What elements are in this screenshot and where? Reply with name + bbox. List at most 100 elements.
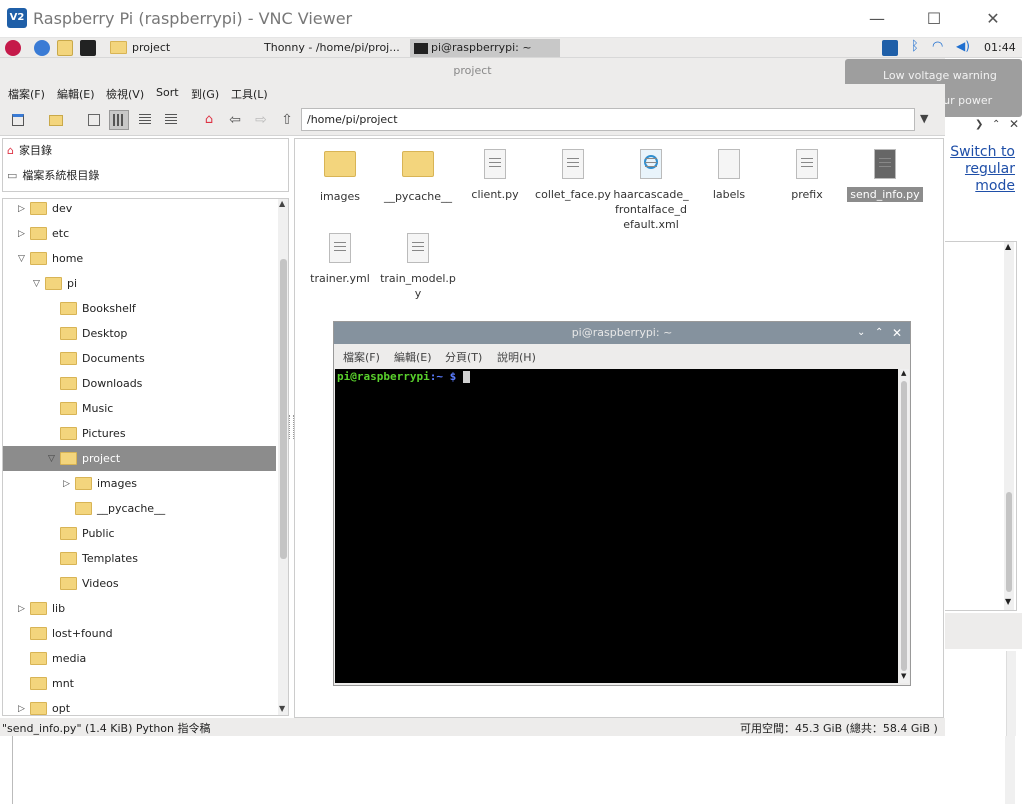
terminal-scroll-thumb[interactable]	[901, 381, 907, 671]
file-item[interactable]: images	[302, 147, 378, 204]
tree-item[interactable]: Downloads	[3, 371, 276, 396]
tree-item[interactable]: ▽ home	[3, 246, 276, 271]
place-root[interactable]: ▭ 檔案系統根目錄	[7, 165, 99, 187]
close-icon[interactable]: ✕	[892, 322, 902, 344]
terminal-menu-edit[interactable]: 編輯(E)	[394, 349, 432, 365]
browser-globe-icon[interactable]	[34, 40, 50, 56]
file-item[interactable]: send_info.py	[847, 147, 923, 202]
taskbar-item-terminal[interactable]: pi@raspberrypi: ~	[410, 39, 560, 57]
menu-sort[interactable]: Sort	[156, 86, 179, 99]
file-item[interactable]: client.py	[457, 147, 533, 202]
tree-item[interactable]: ▷ lib	[3, 596, 276, 621]
raspberry-menu-icon[interactable]	[5, 40, 21, 56]
tree-item[interactable]: Desktop	[3, 321, 276, 346]
volume-icon[interactable]: ◀)	[956, 39, 970, 53]
collapsed-arrow-icon[interactable]: ▷	[18, 199, 30, 222]
expanded-arrow-icon[interactable]: ▽	[48, 447, 60, 472]
tree-item[interactable]: __pycache__	[3, 496, 276, 521]
taskbar-item-thonny[interactable]: Thonny - /home/pi/proj...	[260, 39, 410, 57]
menu-file[interactable]: 檔案(F)	[8, 86, 45, 102]
wifi-icon[interactable]: ◠	[932, 39, 943, 54]
file-item[interactable]: __pycache__	[380, 147, 456, 204]
scroll-down-icon[interactable]: ▼	[901, 672, 906, 680]
collapsed-arrow-icon[interactable]: ▷	[18, 222, 30, 247]
collapsed-arrow-icon[interactable]: ▷	[63, 472, 75, 497]
file-manager-icon[interactable]	[57, 40, 73, 56]
switch-mode-link[interactable]: Switch to regular mode	[947, 144, 1015, 195]
view-thumbnails-icon[interactable]	[109, 110, 129, 130]
tree-item[interactable]: ▷ etc	[3, 221, 276, 246]
scroll-up-icon[interactable]: ▲	[279, 199, 285, 208]
tree-item[interactable]: ▷ images	[3, 471, 276, 496]
expanded-arrow-icon[interactable]: ▽	[33, 272, 45, 297]
chevron-down-icon[interactable]: ❯	[975, 119, 983, 130]
side-scroll-thumb[interactable]	[1006, 492, 1012, 592]
side-scrollbar[interactable]: ▲ ▼	[1004, 242, 1014, 610]
file-item[interactable]: trainer.yml	[302, 231, 378, 286]
terminal-scrollbar[interactable]: ▲ ▼	[900, 369, 909, 683]
menu-view[interactable]: 檢視(V)	[106, 86, 144, 102]
tree-item[interactable]: ▽ pi	[3, 271, 276, 296]
scroll-down-icon[interactable]: ▼	[1005, 597, 1011, 606]
terminal-screen[interactable]: pi@raspberrypi:~ $	[335, 369, 898, 683]
tree-item[interactable]: Videos	[3, 571, 276, 596]
up-arrow-icon[interactable]: ⇧	[277, 110, 297, 130]
menu-tools[interactable]: 工具(L)	[231, 86, 268, 102]
close-button[interactable]: ✕	[982, 8, 1004, 30]
file-item[interactable]: train_model.py	[380, 231, 456, 301]
menu-edit[interactable]: 編輯(E)	[57, 86, 95, 102]
tree-item[interactable]: mnt	[3, 671, 276, 696]
pi-taskbar: project Thonny - /home/pi/proj... pi@ras…	[0, 38, 1022, 58]
tree-item[interactable]: Documents	[3, 346, 276, 371]
back-arrow-icon[interactable]: ⇦	[225, 110, 245, 130]
terminal-title-bar[interactable]: pi@raspberrypi: ~ ⌄ ⌃ ✕	[334, 322, 910, 344]
minimize-button[interactable]: —	[866, 8, 888, 30]
view-list-icon[interactable]	[161, 110, 181, 130]
bottom-right-scrollbar[interactable]	[1005, 736, 1015, 804]
scroll-up-icon[interactable]: ▲	[1005, 242, 1011, 251]
view-compact-icon[interactable]	[135, 110, 155, 130]
path-dropdown-icon[interactable]: ▼	[920, 112, 928, 125]
terminal-menu-tabs[interactable]: 分頁(T)	[445, 349, 482, 365]
expanded-arrow-icon[interactable]: ▽	[18, 247, 30, 272]
place-home[interactable]: ⌂ 家目錄	[7, 140, 52, 162]
home-icon[interactable]: ⌂	[199, 110, 219, 130]
file-item[interactable]: labels	[691, 147, 767, 202]
tree-item[interactable]: Templates	[3, 546, 276, 571]
vnc-tray-icon[interactable]	[882, 40, 898, 56]
chevron-up-icon[interactable]: ⌃	[992, 119, 1000, 130]
new-folder-icon[interactable]	[46, 110, 66, 130]
view-icons-icon[interactable]	[84, 110, 104, 130]
panel-close-icon[interactable]: ✕	[1009, 117, 1019, 131]
bluetooth-icon[interactable]: ᛒ	[911, 39, 919, 54]
tree-item[interactable]: ▽ project	[3, 446, 276, 471]
tree-item[interactable]: ▷ dev	[3, 199, 276, 222]
tree-scroll-thumb[interactable]	[280, 259, 287, 559]
file-item[interactable]: prefix	[769, 147, 845, 202]
tree-item[interactable]: Music	[3, 396, 276, 421]
tree-item[interactable]: Public	[3, 521, 276, 546]
collapsed-arrow-icon[interactable]: ▷	[18, 597, 30, 622]
tree-item[interactable]: Pictures	[3, 421, 276, 446]
tree-item[interactable]: ▷ opt	[3, 696, 276, 716]
file-item[interactable]: collet_face.py	[535, 147, 611, 202]
tree-scrollbar[interactable]: ▲ ▼	[278, 199, 288, 715]
terminal-menu-help[interactable]: 說明(H)	[497, 349, 536, 365]
terminal-icon[interactable]	[80, 40, 96, 56]
maximize-button[interactable]: ☐	[923, 8, 945, 30]
scroll-down-icon[interactable]: ▼	[279, 704, 285, 713]
tree-item[interactable]: lost+found	[3, 621, 276, 646]
taskbar-item-project[interactable]: project	[106, 39, 256, 57]
scroll-up-icon[interactable]: ▲	[901, 369, 906, 377]
minimize-icon[interactable]: ⌄	[857, 322, 865, 344]
path-input[interactable]	[301, 108, 915, 131]
tree-item[interactable]: Bookshelf	[3, 296, 276, 321]
tree-item[interactable]: media	[3, 646, 276, 671]
new-window-icon[interactable]	[8, 110, 28, 130]
collapsed-arrow-icon[interactable]: ▷	[18, 697, 30, 716]
terminal-menu-file[interactable]: 檔案(F)	[343, 349, 380, 365]
forward-arrow-icon[interactable]: ⇨	[251, 110, 271, 130]
maximize-icon[interactable]: ⌃	[875, 322, 883, 344]
menu-go[interactable]: 到(G)	[191, 86, 219, 102]
file-item[interactable]: haarcascade_frontalface_default.xml	[613, 147, 689, 232]
